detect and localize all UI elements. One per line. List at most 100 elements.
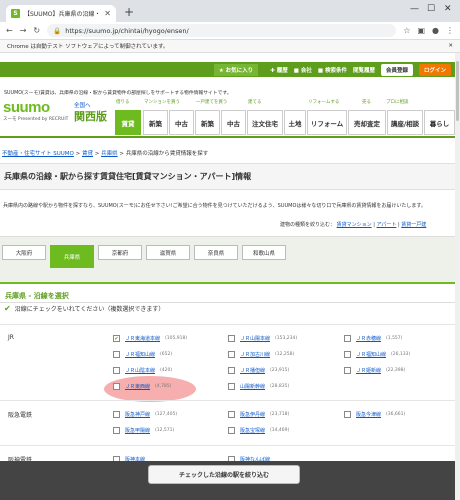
line-item[interactable]: ✔ ＪＲ東海道本線 (105,918) [113,335,187,342]
tab-wakayama[interactable]: 和歌山県 [242,245,286,260]
nav-new-mansion[interactable]: 新築 [143,110,168,135]
line-item[interactable]: ＪＲ山陰本線 (420) [113,367,172,374]
breadcrumb-rent[interactable]: 賃貸 [82,151,93,157]
line-checkbox[interactable] [113,427,120,434]
line-checkbox[interactable] [228,427,235,434]
browser-tab[interactable]: S 【SUUMO】兵庫県の沿線・駅から賃貸マ ✕ [6,5,116,22]
line-item[interactable]: ＪＲ山陽本線 (153,234) [228,335,297,342]
line-link[interactable]: ＪＲ加古川線 [240,351,270,358]
nav-used-mansion[interactable]: 中古 [169,110,194,135]
line-item[interactable]: 阪急宝塚線 (14,469) [228,427,289,434]
history-link[interactable]: ✚ 履歴 [270,66,288,74]
line-item[interactable]: ＪＲ姫新線 (22,398) [344,367,405,374]
login-button[interactable]: ログイン [418,63,451,76]
line-item[interactable]: ＪＲ福知山線 (26,133) [344,351,410,358]
minimize-icon[interactable]: — [410,4,419,14]
saved-condition-link[interactable]: ■ 検索条件 [318,66,347,74]
tab-hyogo[interactable]: 兵庫県 [50,245,94,268]
line-checkbox[interactable] [344,367,351,374]
line-item[interactable]: ＪＲ福知山線 (652) [113,351,172,358]
infobar-close-icon[interactable]: ✕ [448,43,453,49]
close-tab-icon[interactable]: ✕ [104,9,111,18]
narrow-stations-button[interactable]: チェックした沿線の駅を絞り込む [148,465,300,484]
nav-custom-home[interactable]: 注文住宅 [247,110,283,135]
line-checkbox[interactable] [113,351,120,358]
nav-land[interactable]: 土地 [284,110,306,135]
line-link[interactable]: 阪急甲陽線 [125,427,150,434]
browse-history-link[interactable]: 閲覧履歴 [353,66,375,74]
tab-kyoto[interactable]: 京都府 [98,245,142,260]
line-checkbox[interactable] [228,335,235,342]
line-link[interactable]: 阪急伊丹線 [240,411,265,418]
line-item[interactable]: ＪＲ加古川線 (12,258) [228,351,294,358]
line-checkbox[interactable] [113,367,120,374]
line-link[interactable]: ＪＲ山陰本線 [125,367,155,374]
back-icon[interactable]: ← [6,26,13,35]
line-checkbox[interactable] [113,383,120,390]
line-item[interactable]: 阪急神戸線 (127,405) [113,411,177,418]
checkmark-icon: ✔ [4,304,11,313]
line-link[interactable]: ＪＲ播但線 [240,367,265,374]
line-link[interactable]: ＪＲ山陽本線 [240,335,270,342]
line-checkbox[interactable] [228,383,235,390]
line-link[interactable]: ＪＲ東海道本線 [125,335,160,342]
suumo-logo[interactable]: suumo [3,99,50,116]
type-mansion-link[interactable]: 賃貸マンション [337,222,372,228]
nav-reform[interactable]: リフォーム [307,110,347,135]
line-link[interactable]: ＪＲ東西線 [125,383,150,390]
close-window-icon[interactable]: ✕ [444,4,452,14]
line-item[interactable]: ＪＲ播但線 (23,915) [228,367,289,374]
bookmark-star-icon[interactable]: ☆ [403,26,410,35]
line-item[interactable]: ＪＲ東西線 (4,785) [113,383,171,390]
nav-new-house[interactable]: 新築 [195,110,220,135]
line-link[interactable]: 山陽新幹線 [240,383,265,390]
tab-nara[interactable]: 奈良県 [194,245,238,260]
extension-icon[interactable]: ▣ [417,26,425,35]
favorites-link[interactable]: ★ お気に入り [213,63,259,76]
company-name-hankyu: 阪急電鉄 [8,412,33,419]
line-checkbox[interactable]: ✔ [113,335,120,342]
line-checkbox[interactable] [113,411,120,418]
company-link[interactable]: ■ 会社 [294,66,312,74]
line-link[interactable]: 阪急今津線 [356,411,381,418]
line-checkbox[interactable] [344,411,351,418]
tab-osaka[interactable]: 大阪府 [2,245,46,260]
line-link[interactable]: ＪＲ姫新線 [356,367,381,374]
line-checkbox[interactable] [228,411,235,418]
line-item[interactable]: 阪急今津線 (36,661) [344,411,405,418]
type-house-link[interactable]: 賃貸一戸建 [401,222,426,228]
line-checkbox[interactable] [344,351,351,358]
line-link[interactable]: ＪＲ福知山線 [356,351,386,358]
nav-group-label: 一戸建てを買う [196,100,228,105]
reload-icon[interactable]: ↻ [33,26,40,35]
line-link[interactable]: ＪＲ福知山線 [125,351,155,358]
line-item[interactable]: ＪＲ赤穂線 (1,557) [344,335,402,342]
nav-consult[interactable]: 講座/相談 [387,110,423,135]
nav-rent[interactable]: 賃貸 [115,110,141,135]
nav-used-house[interactable]: 中古 [221,110,246,135]
line-checkbox[interactable] [228,351,235,358]
line-link[interactable]: 阪急神戸線 [125,411,150,418]
type-apartment-link[interactable]: アパート [377,222,397,228]
line-item[interactable]: 山陽新幹線 (28,835) [228,383,289,390]
forward-icon[interactable]: → [20,26,27,35]
line-link[interactable]: ＪＲ赤穂線 [356,335,381,342]
line-item[interactable]: 阪急甲陽線 (12,571) [113,427,174,434]
nav-living[interactable]: 暮らし [424,110,455,135]
maximize-icon[interactable]: ☐ [427,4,435,14]
breadcrumb-home[interactable]: 不動産・住宅サイト SUUMO [2,151,74,157]
tab-shiga[interactable]: 滋賀県 [146,245,190,260]
new-tab-icon[interactable]: + [124,5,134,19]
line-checkbox[interactable] [228,367,235,374]
line-link[interactable]: 阪急宝塚線 [240,427,265,434]
register-button[interactable]: 会員登録 [380,63,413,76]
nav-sale-appraisal[interactable]: 売却査定 [348,110,386,135]
line-item[interactable]: 阪急伊丹線 (23,718) [228,411,289,418]
menu-icon[interactable]: ⋮ [446,26,454,35]
profile-icon[interactable]: ● [432,26,439,35]
breadcrumb-pref[interactable]: 兵庫県 [101,151,118,157]
address-bar[interactable]: 🔒 https://suumo.jp/chintai/hyogo/ensen/ [47,24,397,37]
scrollbar[interactable] [455,53,460,500]
scrollbar-thumb[interactable] [456,61,459,121]
line-checkbox[interactable] [344,335,351,342]
